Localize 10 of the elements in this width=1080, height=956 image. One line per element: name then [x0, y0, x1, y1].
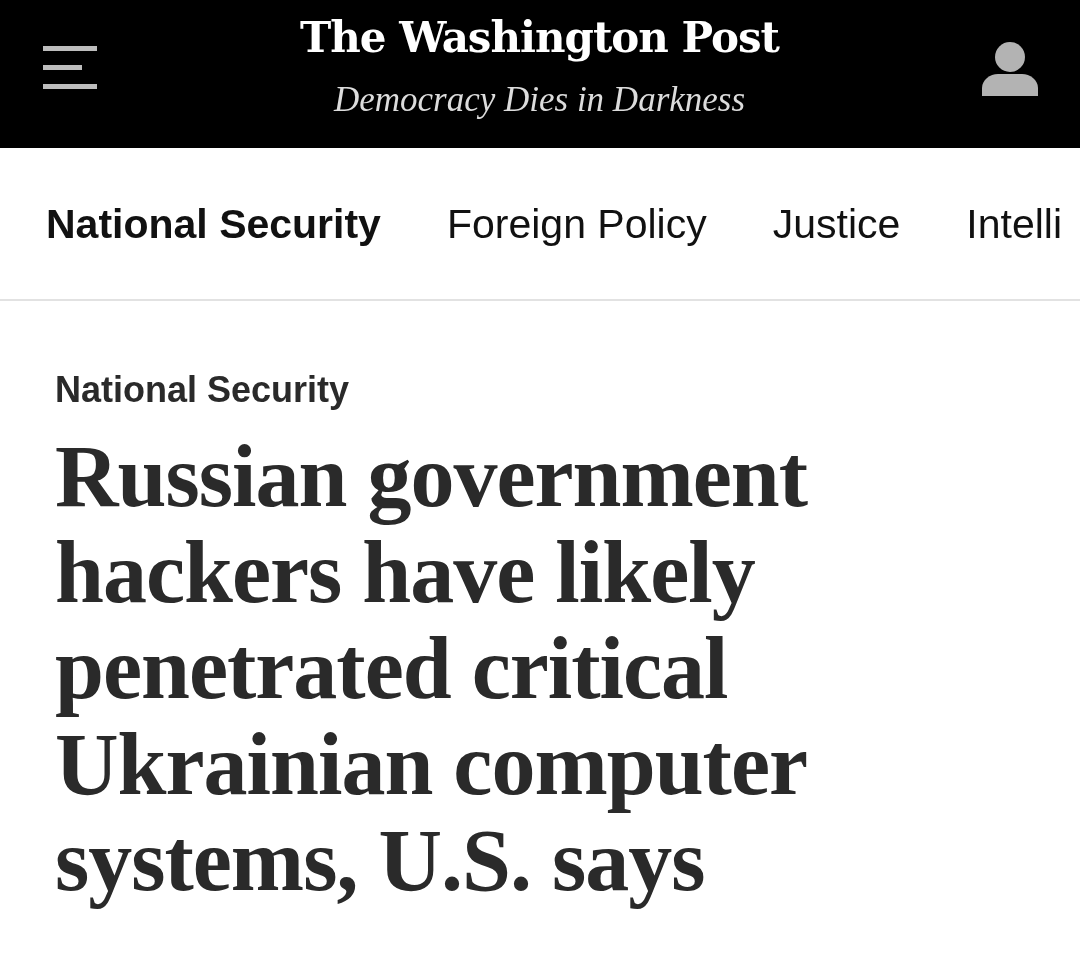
nav-tab[interactable]: Foreign Policy: [446, 199, 707, 248]
nav-tab[interactable]: Justice: [772, 199, 901, 248]
site-tagline: Democracy Dies in Darkness: [333, 80, 746, 120]
menu-icon[interactable]: [43, 46, 97, 90]
nav-tab[interactable]: National Security: [46, 199, 381, 248]
article-headline: Russian government hackers have likely penetrated critical Ukrainian computer systems, U.S. says: [55, 429, 809, 909]
section-label[interactable]: National Security: [55, 369, 350, 411]
nav-tab[interactable]: Intelli: [966, 199, 1063, 248]
user-icon[interactable]: [982, 42, 1038, 96]
site-logo[interactable]: The Washington Post: [300, 10, 779, 66]
